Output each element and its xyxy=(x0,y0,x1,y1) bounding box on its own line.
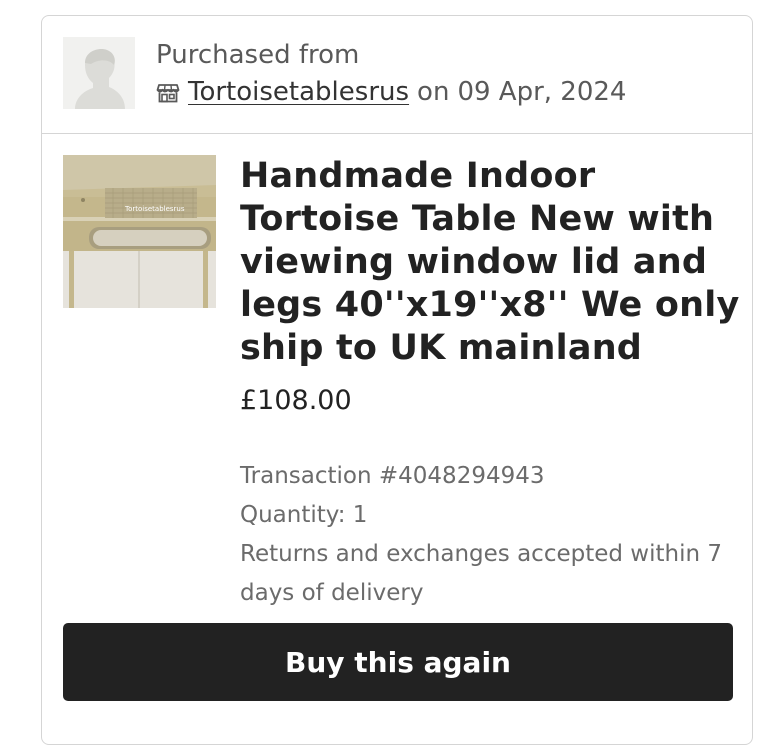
item-thumbnail[interactable]: Tortoisetablesrus xyxy=(63,155,216,308)
shop-icon xyxy=(156,81,180,103)
on-text: on xyxy=(417,77,450,107)
thumbnail-watermark: Tortoisetablesrus xyxy=(124,205,185,213)
seller-avatar[interactable] xyxy=(63,37,135,109)
avatar-placeholder-icon xyxy=(63,37,135,109)
purchase-date: 09 Apr, 2024 xyxy=(457,77,627,107)
returns-policy-text: Returns and exchanges accepted within 7 … xyxy=(240,541,723,606)
shop-name-link[interactable]: Tortoisetablesrus xyxy=(188,77,409,107)
buy-again-button[interactable]: Buy this again xyxy=(63,623,733,701)
quantity-text: Quantity: 1 xyxy=(240,502,368,528)
shop-header: Purchased from Tortoisetablesrus on 09 A… xyxy=(42,16,752,134)
shop-line: Tortoisetablesrus on 09 Apr, 2024 xyxy=(156,77,626,107)
purchased-from-label: Purchased from xyxy=(156,40,360,70)
item-price: £108.00 xyxy=(240,385,352,416)
purchase-card: Purchased from Tortoisetablesrus on 09 A… xyxy=(41,15,753,745)
item-title-link[interactable]: Handmade Indoor Tortoise Table New with … xyxy=(240,155,740,370)
transaction-number: Transaction #4048294943 xyxy=(240,463,545,489)
